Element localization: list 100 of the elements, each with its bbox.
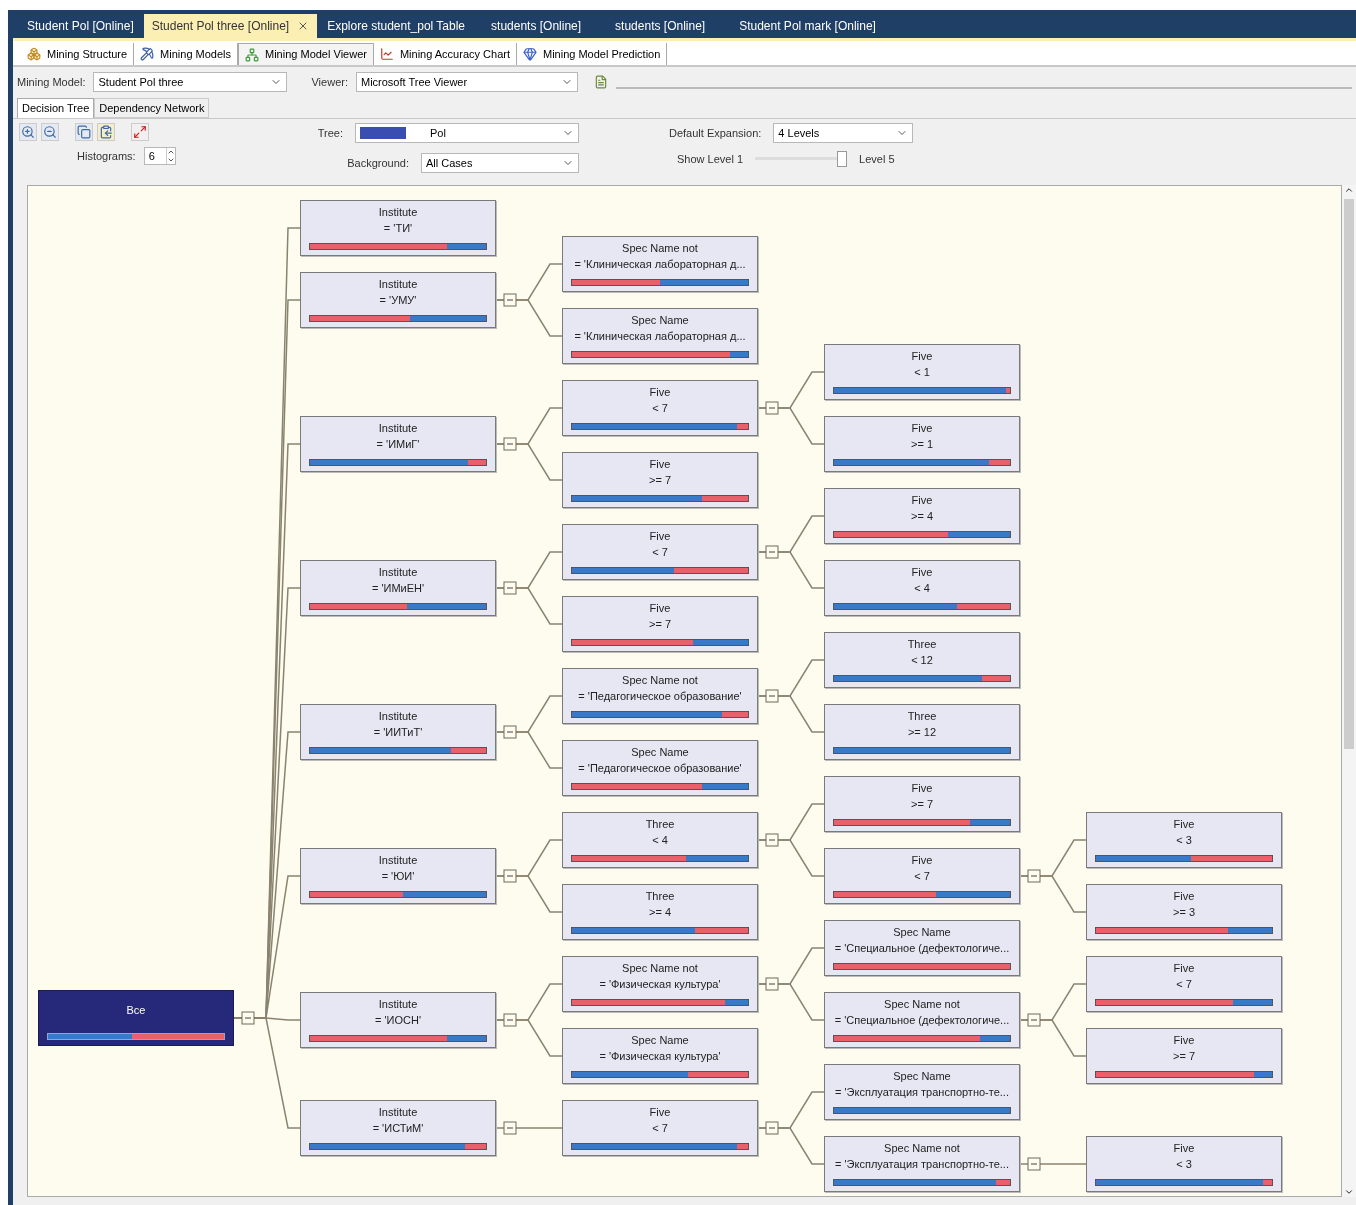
tree-node[interactable]: Three >= 4 xyxy=(562,884,758,940)
designer-tab[interactable]: Mining Accuracy Chart xyxy=(373,43,517,65)
tree-node[interactable]: Institute = 'ТИ' xyxy=(300,200,496,256)
collapse-icon[interactable] xyxy=(241,1011,255,1025)
tree-node[interactable]: Institute = 'ИИТиТ' xyxy=(300,704,496,760)
tree-node[interactable]: Spec Name not = 'Клиническая лабораторная д... xyxy=(562,236,758,292)
mining-model-dropdown[interactable]: Student Pol three xyxy=(93,72,288,92)
collapse-icon[interactable] xyxy=(765,833,779,847)
collapse-icon[interactable] xyxy=(503,725,517,739)
tree-node[interactable]: Spec Name = 'Клиническая лабораторная д... xyxy=(562,308,758,364)
document-tab[interactable]: students [Online] xyxy=(599,14,722,38)
tree-node[interactable]: Five < 4 xyxy=(824,560,1020,616)
node-condition: >= 4 xyxy=(649,905,671,920)
background-dropdown[interactable]: All Cases xyxy=(421,153,579,173)
collapse-icon[interactable] xyxy=(1027,869,1041,883)
copy-icon[interactable] xyxy=(97,123,115,141)
tree-node[interactable]: Spec Name = 'Физическая культура' xyxy=(562,1028,758,1084)
tree-node[interactable]: Все xyxy=(38,990,234,1046)
tree-node[interactable]: Five < 7 xyxy=(824,848,1020,904)
tree-node[interactable]: Institute = 'УМУ' xyxy=(300,272,496,328)
vertical-scrollbar[interactable] xyxy=(1342,185,1356,1197)
document-tab[interactable]: students [Online] xyxy=(475,14,598,38)
level-slider[interactable] xyxy=(755,151,848,168)
viewer-tab[interactable]: Decision Tree xyxy=(17,98,95,118)
scroll-down-icon[interactable] xyxy=(1344,1187,1354,1197)
zoom-out-icon[interactable] xyxy=(41,123,59,141)
scroll-up-icon[interactable] xyxy=(1344,185,1354,195)
tree-node[interactable]: Five >= 7 xyxy=(562,596,758,652)
tree-node[interactable]: Spec Name = 'Специальное (дефектологиче... xyxy=(824,920,1020,976)
collapse-icon[interactable] xyxy=(765,1121,779,1135)
node-title: Spec Name not xyxy=(622,241,698,256)
tree-node[interactable]: Institute = 'ИСТиМ' xyxy=(300,1100,496,1156)
collapse-icon[interactable] xyxy=(503,1121,517,1135)
tree-node[interactable]: Three < 4 xyxy=(562,812,758,868)
histograms-spinner[interactable]: 6 xyxy=(143,147,176,165)
tree-node[interactable]: Five < 7 xyxy=(1086,956,1282,1012)
collapse-icon[interactable] xyxy=(1027,1013,1041,1027)
tree-node[interactable]: Five >= 7 xyxy=(562,452,758,508)
collapse-icon[interactable] xyxy=(1027,1157,1041,1171)
tree-node[interactable]: Five >= 1 xyxy=(824,416,1020,472)
expand-arrows-icon[interactable] xyxy=(131,123,149,141)
node-condition: = 'УМУ' xyxy=(379,293,417,308)
document-tab[interactable]: Explore student_pol Table xyxy=(319,14,474,38)
tree-node[interactable]: Institute = 'ЮИ' xyxy=(300,848,496,904)
node-title: Institute xyxy=(378,565,418,580)
copy-icon[interactable] xyxy=(75,123,93,141)
collapse-icon[interactable] xyxy=(503,437,517,451)
connector-line xyxy=(1019,1163,1087,1165)
default-expansion-dropdown[interactable]: 4 Levels xyxy=(773,123,914,143)
tree-node[interactable]: Spec Name not = 'Педагогическое образование' xyxy=(562,668,758,724)
tree-node[interactable]: Spec Name not = 'Специальное (дефектологиче... xyxy=(824,992,1020,1048)
background-label: Background: xyxy=(347,155,409,171)
designer-tab[interactable]: Mining Model Prediction xyxy=(516,43,668,65)
chart-icon xyxy=(379,47,394,61)
node-title: Institute xyxy=(378,205,418,220)
tree-node[interactable]: Institute = 'ИМиЕН' xyxy=(300,560,496,616)
slider-thumb[interactable] xyxy=(837,151,848,168)
node-condition: < 3 xyxy=(1176,1157,1192,1172)
node-title: Institute xyxy=(378,421,418,436)
tree-node[interactable]: Spec Name not = 'Физическая культура' xyxy=(562,956,758,1012)
tree-node[interactable]: Five < 7 xyxy=(562,1100,758,1156)
tree-dropdown[interactable]: Pol xyxy=(355,123,579,143)
tree-node[interactable]: Three >= 12 xyxy=(824,704,1020,760)
node-title: Five xyxy=(911,781,933,796)
tree-node[interactable]: Five < 1 xyxy=(824,344,1020,400)
collapse-icon[interactable] xyxy=(765,545,779,559)
document-tab[interactable]: Student Pol mark [Online] xyxy=(723,14,892,38)
tree-node[interactable]: Five >= 3 xyxy=(1086,884,1282,940)
document-tab[interactable]: Student Pol [Online] xyxy=(19,14,142,38)
collapse-icon[interactable] xyxy=(503,293,517,307)
designer-tab[interactable]: Mining Structure xyxy=(21,43,135,65)
tree-node[interactable]: Spec Name = 'Эксплуатация транспортно-те... xyxy=(824,1064,1020,1120)
tree-node[interactable]: Five >= 7 xyxy=(824,776,1020,832)
collapse-icon[interactable] xyxy=(503,1013,517,1027)
tree-node[interactable]: Institute = 'ИОСН' xyxy=(300,992,496,1048)
connector-line xyxy=(757,1127,825,1165)
tree-node[interactable]: Five >= 4 xyxy=(824,488,1020,544)
collapse-icon[interactable] xyxy=(765,977,779,991)
viewer-dropdown[interactable]: Microsoft Tree Viewer xyxy=(355,72,578,92)
collapse-icon[interactable] xyxy=(503,581,517,595)
designer-tab[interactable]: Mining Model Viewer xyxy=(238,43,374,65)
collapse-icon[interactable] xyxy=(503,869,517,883)
zoom-in-icon[interactable] xyxy=(19,123,37,141)
tree-node[interactable]: Five < 3 xyxy=(1086,1136,1282,1192)
tree-node[interactable]: Five < 3 xyxy=(1086,812,1282,868)
tree-node[interactable]: Institute = 'ИМиГ' xyxy=(300,416,496,472)
document-icon[interactable] xyxy=(593,75,608,89)
tree-node[interactable]: Five < 7 xyxy=(562,380,758,436)
collapse-icon[interactable] xyxy=(765,689,779,703)
tree-node[interactable]: Spec Name not = 'Эксплуатация транспортно-те... xyxy=(824,1136,1020,1192)
document-tab[interactable]: Student Pol three [Online] xyxy=(143,14,318,38)
tree-node[interactable]: Spec Name = 'Педагогическое образование' xyxy=(562,740,758,796)
collapse-icon[interactable] xyxy=(765,401,779,415)
connector-line xyxy=(495,875,563,913)
tree-node[interactable]: Five >= 7 xyxy=(1086,1028,1282,1084)
viewer-tab[interactable]: Dependency Network xyxy=(94,98,210,118)
tree-node[interactable]: Three < 12 xyxy=(824,632,1020,688)
tree-node[interactable]: Five < 7 xyxy=(562,524,758,580)
diamond-icon xyxy=(522,47,537,61)
node-condition: = 'Специальное (дефектологиче... xyxy=(834,941,1010,956)
